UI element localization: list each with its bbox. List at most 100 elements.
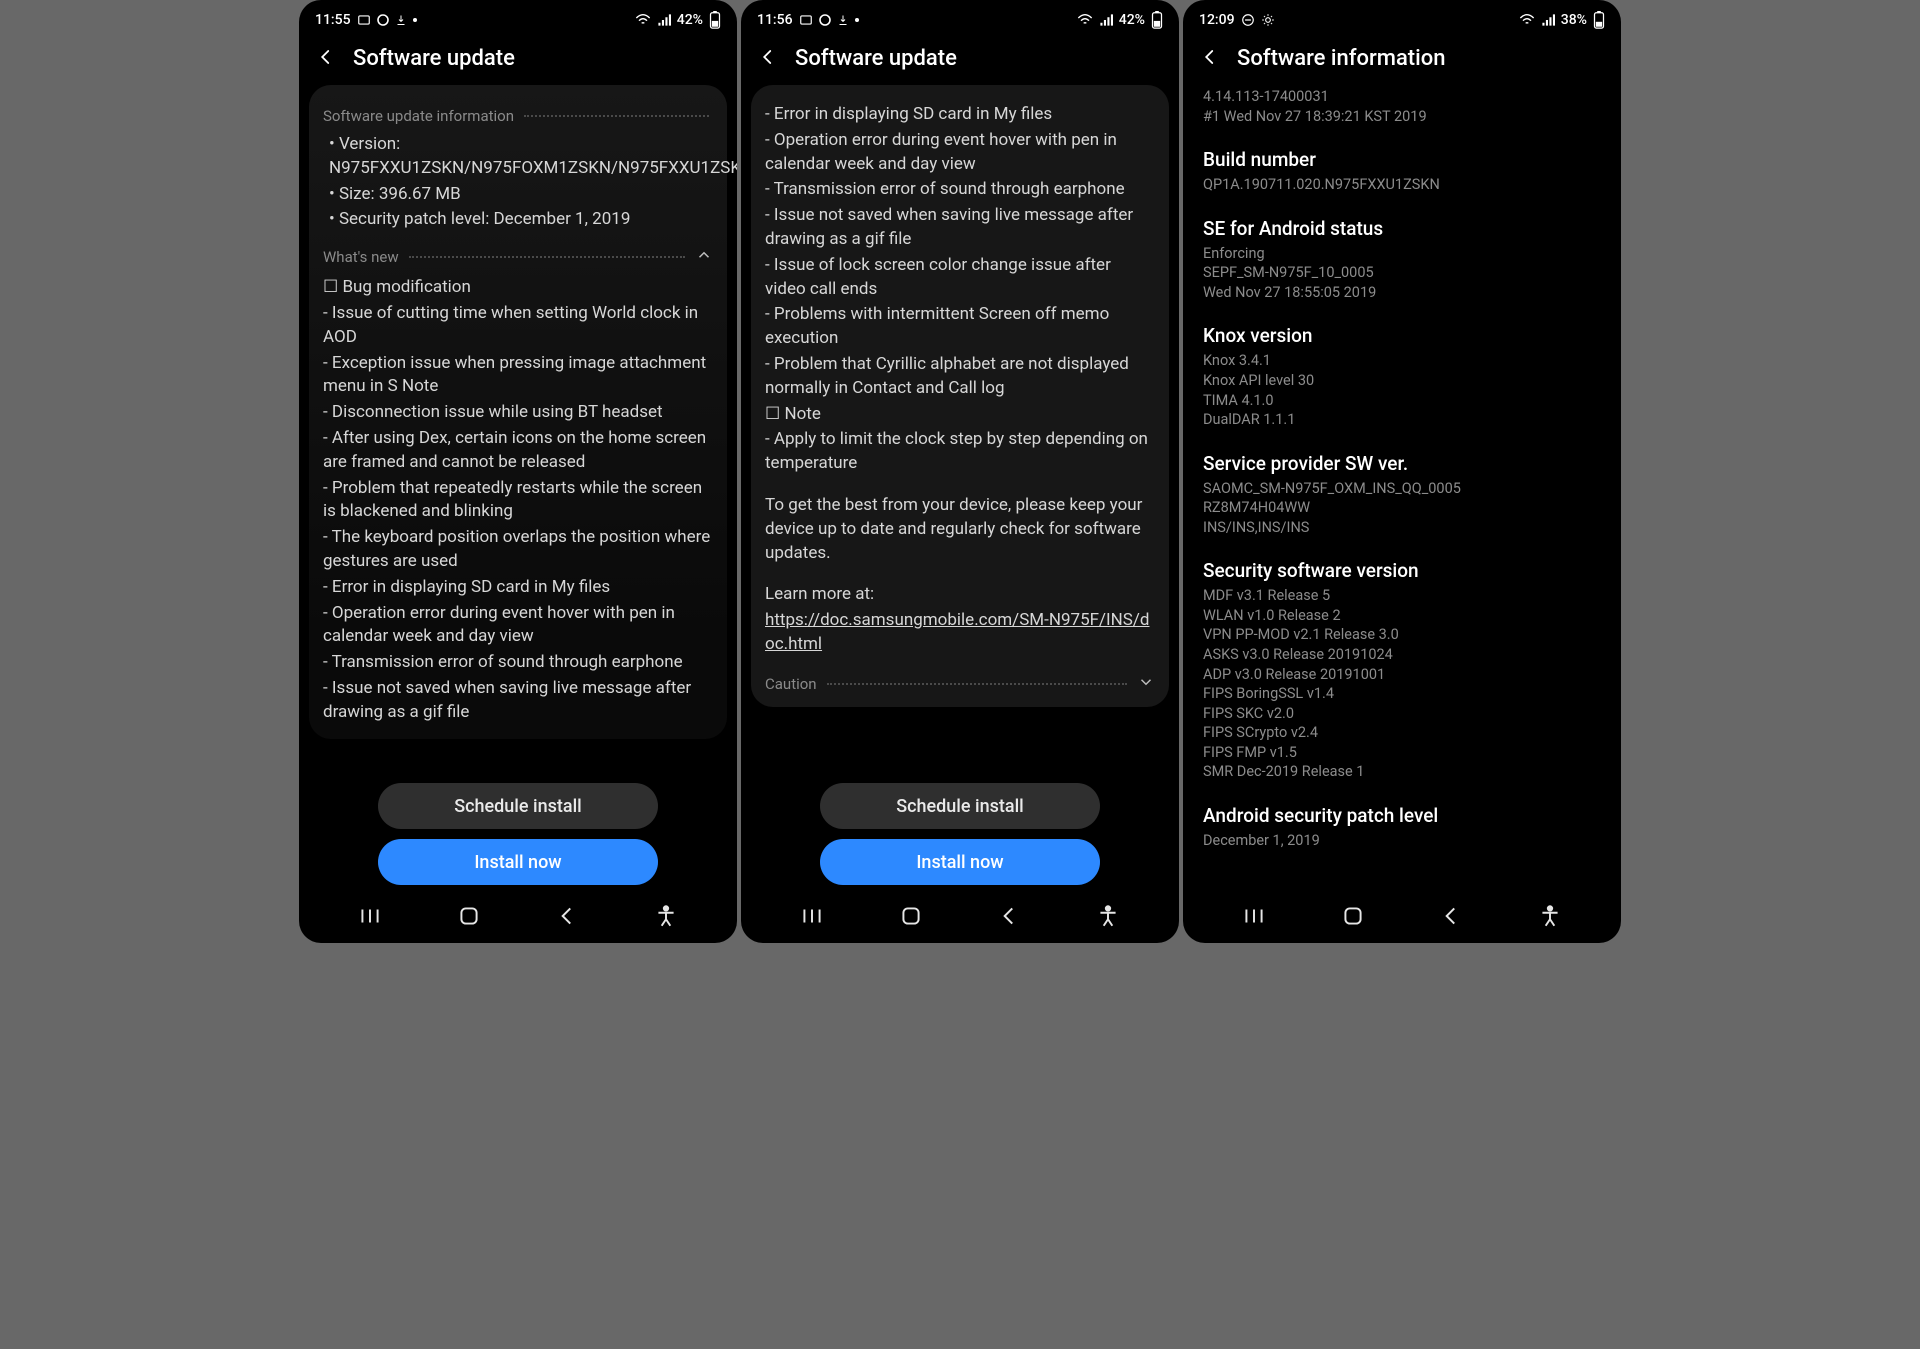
info-row[interactable]: Security software version MDF v3.1 Relea…	[1203, 551, 1601, 796]
nav-back-icon[interactable]	[996, 903, 1022, 933]
accessibility-icon[interactable]	[1537, 903, 1563, 933]
info-sub: Enforcing SEPF_SM-N975F_10_0005 Wed Nov …	[1203, 244, 1601, 303]
nav-bar	[1183, 893, 1621, 943]
home-icon[interactable]	[456, 903, 482, 933]
status-bar: 11:55 42%	[299, 0, 737, 34]
info-row[interactable]: Build number QP1A.190711.020.N975FXXU1ZS…	[1203, 140, 1601, 209]
page-title: Software information	[1237, 46, 1445, 71]
button-row: Schedule install Install now	[741, 773, 1179, 893]
change-item: - Problem that Cyrillic alphabet are not…	[765, 353, 1155, 401]
page-title: Software update	[353, 46, 515, 71]
signal-icon	[1541, 14, 1555, 26]
change-item: - Error in displaying SD card in My file…	[765, 103, 1155, 127]
back-icon[interactable]	[317, 48, 335, 70]
change-item: - The keyboard position overlaps the pos…	[323, 526, 713, 574]
info-sub: Knox 3.4.1 Knox API level 30 TIMA 4.1.0 …	[1203, 351, 1601, 429]
app-bar: Software information	[1183, 34, 1621, 85]
change-item: - Issue of lock screen color change issu…	[765, 254, 1155, 302]
circle-icon	[377, 14, 389, 26]
change-item: - Problem that repeatedly restarts while…	[323, 477, 713, 525]
change-item: - Operation error during event hover wit…	[765, 129, 1155, 177]
settings-icon	[1261, 13, 1275, 27]
page-title: Software update	[795, 46, 957, 71]
info-title: SE for Android status	[1203, 217, 1601, 240]
change-item: - Exception issue when pressing image at…	[323, 352, 713, 400]
back-icon[interactable]	[759, 48, 777, 70]
info-sub: December 1, 2019	[1203, 831, 1601, 851]
status-bar: 12:09 38%	[1183, 0, 1621, 34]
info-title: Android security patch level	[1203, 804, 1601, 827]
info-sub: SAOMC_SM-N975F_OXM_INS_QQ_0005 RZ8M74H04…	[1203, 479, 1601, 538]
home-icon[interactable]	[1340, 903, 1366, 933]
phone-screen-3: 12:09 38% Software information 4.14.113-…	[1183, 0, 1621, 943]
nav-bar	[299, 893, 737, 943]
chevron-up-icon[interactable]	[695, 246, 713, 268]
change-item: - After using Dex, certain icons on the …	[323, 427, 713, 475]
install-now-button[interactable]: Install now	[820, 839, 1100, 885]
install-now-button[interactable]: Install now	[378, 839, 658, 885]
change-item: - Transmission error of sound through ea…	[323, 651, 713, 675]
phone-screen-1: 11:55 42% Software update Software updat…	[299, 0, 737, 943]
battery-icon	[1593, 11, 1605, 29]
recents-icon[interactable]	[799, 903, 825, 933]
more-dot-icon	[413, 18, 417, 22]
battery-icon	[1151, 11, 1163, 29]
change-item: - Issue of cutting time when setting Wor…	[323, 302, 713, 350]
chevron-down-icon[interactable]	[1137, 673, 1155, 695]
image-icon	[799, 13, 813, 27]
info-title: Security software version	[1203, 559, 1601, 582]
footer-text: To get the best from your device, please…	[765, 494, 1155, 565]
nav-back-icon[interactable]	[554, 903, 580, 933]
change-item: - Disconnection issue while using BT hea…	[323, 401, 713, 425]
info-row[interactable]: SE for Android status Enforcing SEPF_SM-…	[1203, 209, 1601, 317]
circle-icon	[819, 14, 831, 26]
dotted-divider	[827, 683, 1127, 685]
change-item: - Transmission error of sound through ea…	[765, 178, 1155, 202]
info-row[interactable]: Android security patch level December 1,…	[1203, 796, 1601, 855]
note-text: - Apply to limit the clock step by step …	[765, 428, 1155, 476]
accessibility-icon[interactable]	[653, 903, 679, 933]
app-bar: Software update	[741, 34, 1179, 85]
image-icon	[357, 13, 371, 27]
back-icon[interactable]	[1201, 48, 1219, 70]
battery-icon	[709, 11, 721, 29]
recents-icon[interactable]	[1241, 903, 1267, 933]
change-item: - Problems with intermittent Screen off …	[765, 303, 1155, 351]
version-text: Version: N975FXXU1ZSKN/N975FOXM1ZSKN/N97…	[329, 133, 713, 181]
info-row[interactable]: Knox version Knox 3.4.1 Knox API level 3…	[1203, 316, 1601, 443]
info-sub: QP1A.190711.020.N975FXXU1ZSKN	[1203, 175, 1601, 195]
info-list[interactable]: 4.14.113-17400031 #1 Wed Nov 27 18:39:21…	[1183, 85, 1621, 893]
info-title: Service provider SW ver.	[1203, 452, 1601, 475]
update-card: Software update information Version: N97…	[309, 85, 727, 739]
change-item: - Issue not saved when saving live messa…	[765, 204, 1155, 252]
recents-icon[interactable]	[357, 903, 383, 933]
dotted-divider	[524, 115, 709, 117]
section-info-header: Software update information	[323, 107, 514, 125]
home-icon[interactable]	[898, 903, 924, 933]
learn-more-link[interactable]: https://doc.samsungmobile.com/SM-N975F/I…	[765, 610, 1149, 654]
download-icon	[837, 14, 849, 26]
schedule-install-button[interactable]: Schedule install	[378, 783, 658, 829]
schedule-install-button[interactable]: Schedule install	[820, 783, 1100, 829]
phone-screen-2: 11:56 42% Software update - Error in dis…	[741, 0, 1179, 943]
caution-header: Caution	[765, 675, 817, 693]
info-title: Knox version	[1203, 324, 1601, 347]
patch-text: Security patch level: December 1, 2019	[329, 208, 713, 232]
info-sub: MDF v3.1 Release 5 WLAN v1.0 Release 2 V…	[1203, 586, 1601, 782]
wifi-icon	[1519, 14, 1535, 26]
battery-pct: 42%	[1119, 12, 1145, 28]
accessibility-icon[interactable]	[1095, 903, 1121, 933]
status-time: 11:55	[315, 12, 351, 28]
battery-pct: 38%	[1561, 12, 1587, 28]
size-text: Size: 396.67 MB	[329, 183, 713, 207]
learn-more-label: Learn more at:	[765, 583, 1155, 607]
signal-icon	[1099, 14, 1113, 26]
section-whatsnew-header: What's new	[323, 248, 399, 266]
info-row[interactable]: Service provider SW ver. SAOMC_SM-N975F_…	[1203, 444, 1601, 552]
nav-back-icon[interactable]	[1438, 903, 1464, 933]
wifi-icon	[635, 14, 651, 26]
app-bar: Software update	[299, 34, 737, 85]
change-item: - Operation error during event hover wit…	[323, 602, 713, 650]
more-dot-icon	[855, 18, 859, 22]
battery-pct: 42%	[677, 12, 703, 28]
